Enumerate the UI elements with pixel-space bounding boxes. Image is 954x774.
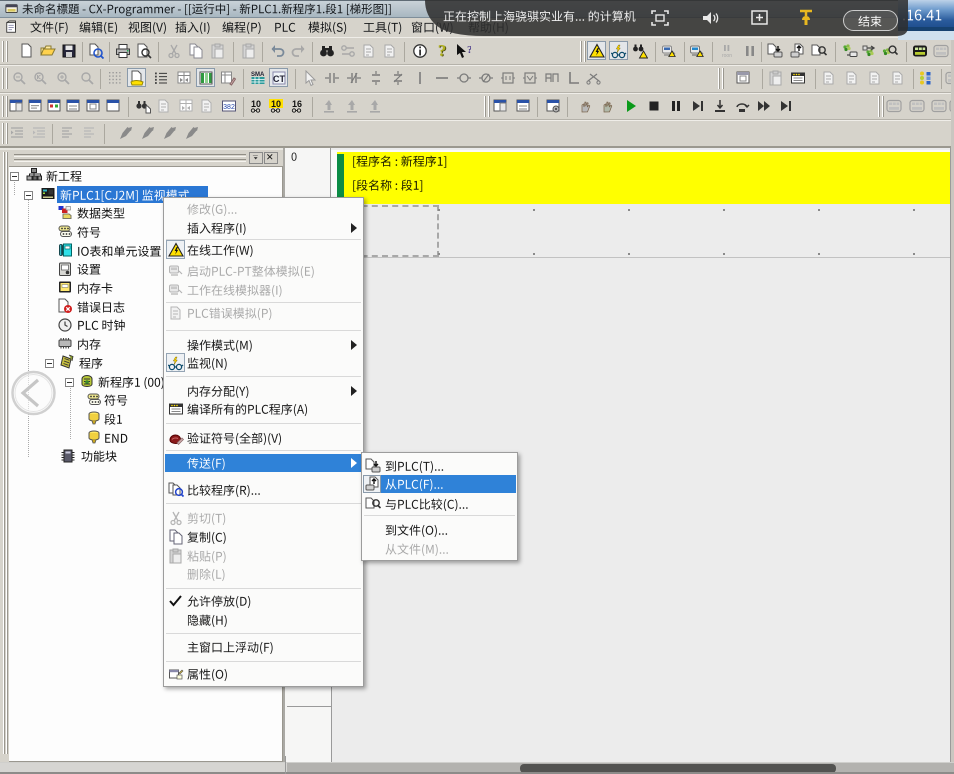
svg-text:?: ?	[467, 44, 471, 56]
svg-text:10: 10	[251, 99, 261, 109]
svg-text:10: 10	[271, 99, 281, 109]
svg-text:roon: roon	[722, 53, 732, 59]
svg-text:382: 382	[223, 104, 235, 111]
svg-text:CT: CT	[273, 74, 285, 84]
svg-text:?: ?	[438, 43, 447, 59]
svg-text:16: 16	[292, 99, 302, 109]
